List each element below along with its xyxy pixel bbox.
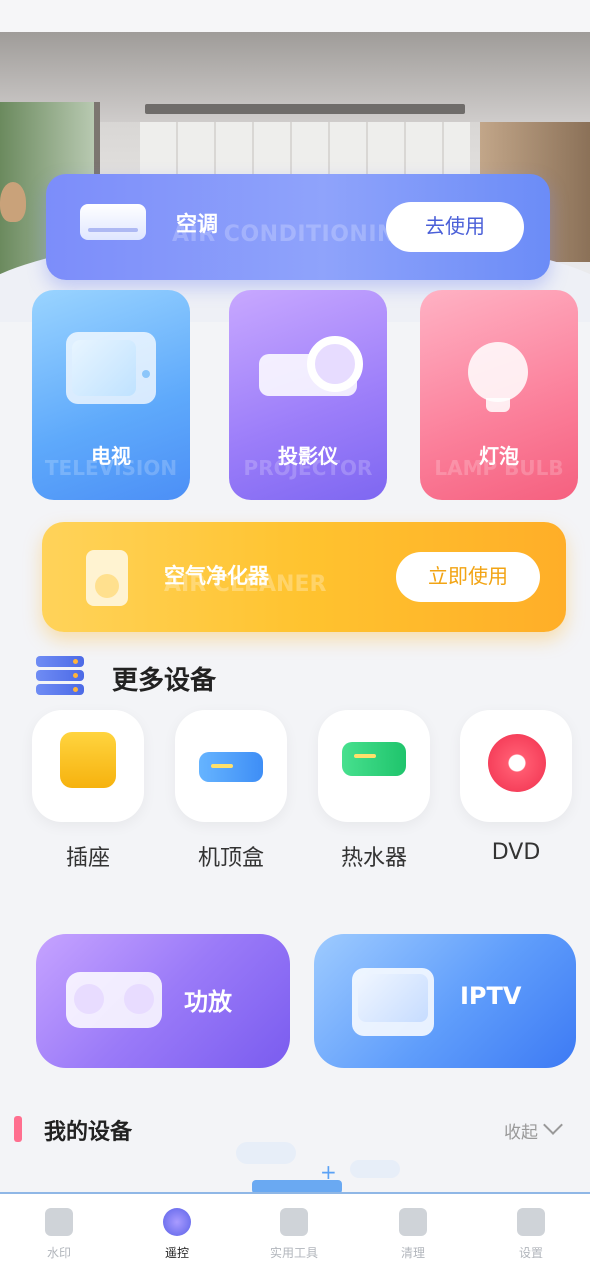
broom-icon	[399, 1208, 427, 1236]
dvd-icon	[488, 734, 546, 792]
section-accent-bar	[14, 1116, 22, 1142]
bottom-tab-bar: 水印 遥控 实用工具 清理 设置	[0, 1192, 590, 1280]
more-device-tile[interactable]	[460, 710, 572, 822]
toolbox-icon	[280, 1208, 308, 1236]
pendant-lamp-graphic	[0, 182, 26, 222]
iptv-card[interactable]: IPTV	[314, 934, 576, 1068]
air-cleaner-use-button[interactable]: 立即使用	[396, 552, 540, 602]
more-device-dvd[interactable]: DVD	[460, 710, 572, 865]
tab-label: 遥控	[164, 1246, 189, 1260]
tab-label: 清理	[400, 1246, 425, 1260]
chevron-down-icon[interactable]	[543, 1115, 563, 1135]
set-top-box-icon	[199, 752, 263, 782]
projector-icon	[259, 336, 363, 396]
more-device-socket[interactable]: 插座	[32, 710, 144, 872]
air-cleaner-title: 空气净化器	[164, 564, 269, 588]
server-stack-icon	[36, 656, 84, 696]
tab-watermark[interactable]: 水印	[19, 1208, 99, 1261]
tab-label: 水印	[46, 1246, 71, 1260]
more-device-label: 机顶盒	[197, 846, 264, 871]
tab-tools[interactable]: 实用工具	[254, 1208, 334, 1261]
tab-settings[interactable]: 设置	[491, 1208, 571, 1261]
remote-icon	[163, 1208, 191, 1236]
device-label: 电视	[91, 444, 131, 468]
more-device-set-top-box[interactable]: 机顶盒	[175, 710, 287, 872]
more-device-label: DVD	[491, 840, 541, 865]
device-card-projector[interactable]: PROJECTOR 投影仪	[229, 290, 387, 500]
amplifier-card[interactable]: 功放	[36, 934, 290, 1068]
cloud-icon	[236, 1142, 296, 1164]
bulb-icon	[468, 342, 528, 412]
collapse-button[interactable]: 收起	[504, 1118, 538, 1143]
tab-label: 设置	[518, 1246, 543, 1260]
cloud-icon	[350, 1160, 400, 1178]
iptv-icon	[352, 968, 434, 1036]
iptv-label: IPTV	[460, 982, 522, 1010]
more-device-water-heater[interactable]: 热水器	[318, 710, 430, 872]
more-device-tile[interactable]	[318, 710, 430, 822]
more-device-label: 插座	[65, 846, 110, 871]
status-bar	[0, 0, 590, 32]
tab-clean[interactable]: 清理	[373, 1208, 453, 1261]
air-conditioner-use-button[interactable]: 去使用	[386, 202, 524, 252]
air-cleaner-icon	[86, 550, 128, 606]
stamp-icon	[45, 1208, 73, 1236]
more-device-label: 热水器	[340, 846, 407, 871]
device-label: 投影仪	[278, 444, 338, 468]
air-conditioner-icon	[80, 204, 146, 240]
air-conditioner-card[interactable]: AIR CONDITIONING 空调 去使用	[46, 174, 550, 280]
more-device-tile[interactable]	[32, 710, 144, 822]
amplifier-label: 功放	[184, 988, 232, 1016]
socket-icon	[60, 732, 116, 788]
more-devices-title: 更多设备	[112, 666, 217, 696]
water-heater-icon	[342, 742, 406, 776]
my-devices-title: 我的设备	[44, 1120, 133, 1145]
device-card-television[interactable]: TELEVISION 电视	[32, 290, 190, 500]
air-conditioner-title: 空调	[176, 212, 218, 236]
tv-icon	[66, 332, 156, 404]
tab-label: 实用工具	[269, 1246, 318, 1260]
amplifier-icon	[66, 972, 162, 1028]
device-card-bulb[interactable]: LAMP BULB 灯泡	[420, 290, 578, 500]
more-device-tile[interactable]	[175, 710, 287, 822]
more-devices-header: 更多设备	[36, 652, 556, 702]
air-cleaner-card[interactable]: AIR CLEANER 空气净化器 立即使用	[42, 522, 566, 632]
tab-remote[interactable]: 遥控	[137, 1208, 217, 1261]
ceiling-vent	[145, 104, 465, 114]
gear-icon	[517, 1208, 545, 1236]
device-label: 灯泡	[479, 444, 519, 468]
